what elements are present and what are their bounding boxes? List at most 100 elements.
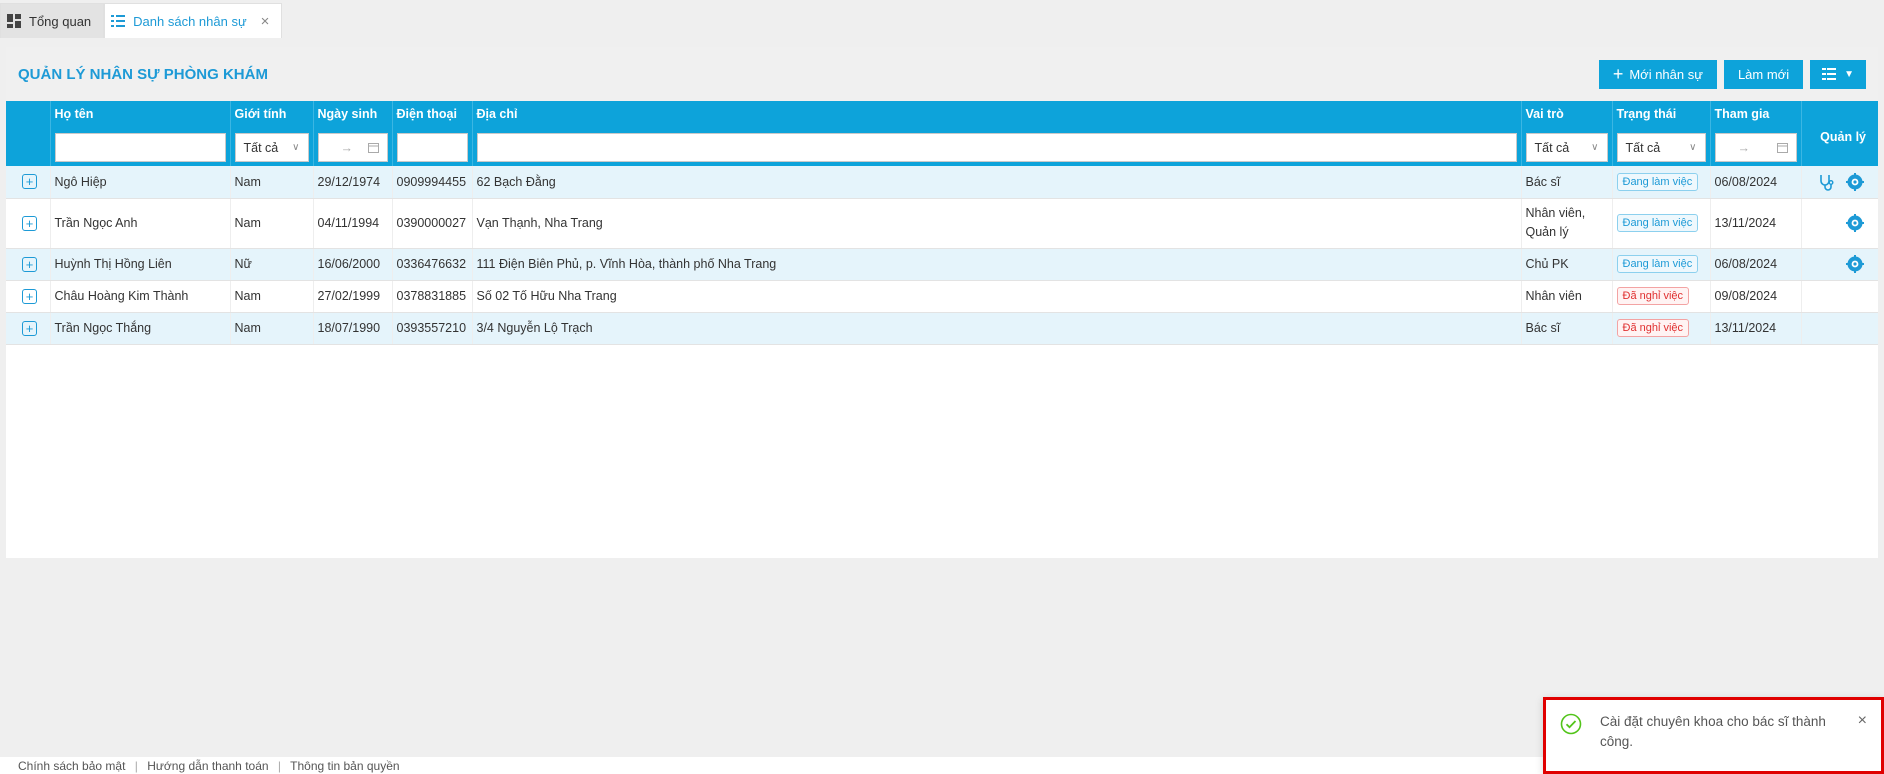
panel-header: QUẢN LÝ NHÂN SỰ PHÒNG KHÁM + Mới nhân sự… — [6, 47, 1878, 101]
cell-dob: 18/07/1990 — [313, 312, 393, 345]
table-row[interactable]: + Ngô Hiệp Nam 29/12/1974 0909994455 62 … — [6, 166, 1878, 199]
expand-row-icon[interactable]: + — [22, 288, 37, 304]
cell-gender: Nam — [230, 198, 314, 249]
cell-address: 3/4 Nguyễn Lộ Trạch — [472, 312, 1522, 345]
range-arrow-icon: → — [1737, 140, 1751, 155]
role-filter-select[interactable]: Tất cả ∨ — [1525, 133, 1608, 162]
col-joined-label: Tham gia — [1714, 107, 1770, 121]
tab-overview-label: Tổng quan — [29, 13, 92, 29]
cell-status: Đang làm việc — [1612, 248, 1711, 281]
expand-row-icon[interactable]: + — [22, 215, 37, 231]
col-dob-label: Ngày sinh — [317, 107, 378, 121]
col-role: Vai trò Tất cả ∨ — [1521, 101, 1613, 166]
cell-dob: 29/12/1974 — [313, 166, 393, 199]
role-line-2: Quản lý — [1525, 225, 1569, 239]
cell-role: Chủ PK — [1521, 248, 1613, 281]
staff-table: Họ tên Giới tính Tất cả ∨ Ngày sinh → Đi… — [6, 101, 1878, 345]
cell-joined: 06/08/2024 — [1710, 166, 1802, 199]
caret-down-icon: ▼ — [1844, 68, 1854, 80]
staff-panel: QUẢN LÝ NHÂN SỰ PHÒNG KHÁM + Mới nhân sự… — [6, 47, 1878, 558]
chevron-down-icon: ∨ — [292, 142, 300, 153]
col-status: Trạng thái Tất cả ∨ — [1612, 101, 1711, 166]
col-gender-label: Giới tính — [234, 107, 287, 121]
cell-phone: 0336476632 — [392, 248, 473, 281]
new-staff-button[interactable]: + Mới nhân sự — [1598, 59, 1717, 89]
copyright-info-link[interactable]: Thông tin bản quyền — [290, 759, 399, 773]
table-row[interactable]: + Huỳnh Thị Hồng Liên Nữ 16/06/2000 0336… — [6, 248, 1878, 281]
payment-guide-link[interactable]: Hướng dẫn thanh toán — [147, 759, 268, 773]
chevron-down-icon: ∨ — [1689, 142, 1697, 153]
close-icon[interactable]: × — [1858, 712, 1867, 759]
cell-role: Nhân viên, Quản lý — [1521, 198, 1613, 249]
cell-gender: Nam — [230, 280, 314, 313]
cell-joined: 09/08/2024 — [1710, 280, 1802, 313]
gender-filter-select[interactable]: Tất cả ∨ — [234, 133, 309, 162]
refresh-button[interactable]: Làm mới — [1723, 59, 1804, 89]
name-filter-input[interactable] — [54, 133, 226, 162]
col-address-label: Địa chỉ — [476, 107, 518, 121]
status-badge: Đang làm việc — [1616, 255, 1699, 273]
cell-status: Đang làm việc — [1612, 166, 1711, 199]
table-row[interactable]: + Trần Ngọc Anh Nam 04/11/1994 039000002… — [6, 198, 1878, 249]
cell-phone: 0390000027 — [392, 198, 473, 249]
calendar-icon — [1776, 143, 1788, 153]
cell-actions — [1801, 166, 1878, 199]
cell-gender: Nữ — [230, 248, 314, 281]
footer-separator: | — [134, 759, 138, 773]
address-filter-input[interactable] — [476, 133, 1517, 162]
cell-gender: Nam — [230, 312, 314, 345]
col-expand — [6, 101, 51, 166]
col-role-label: Vai trò — [1525, 107, 1564, 121]
footer-separator: | — [277, 759, 282, 773]
cell-actions — [1801, 198, 1878, 249]
close-icon[interactable]: × — [261, 13, 270, 30]
joined-filter-range[interactable]: → — [1714, 133, 1797, 162]
table-header-row: Họ tên Giới tính Tất cả ∨ Ngày sinh → Đi… — [6, 101, 1878, 166]
cell-role: Bác sĩ — [1521, 312, 1613, 345]
cell-status: Đã nghỉ việc — [1612, 312, 1711, 345]
col-phone-label: Điện thoại — [396, 107, 457, 121]
expand-row-icon[interactable]: + — [22, 256, 37, 272]
col-manage: Quản lý — [1801, 101, 1878, 166]
calendar-icon — [367, 143, 379, 153]
cell-name: Trần Ngọc Thắng — [50, 312, 231, 345]
cell-joined: 06/08/2024 — [1710, 248, 1802, 281]
cell-dob: 16/06/2000 — [313, 248, 393, 281]
privacy-policy-link[interactable]: Chính sách bảo mật — [18, 759, 125, 773]
cell-address: 62 Bạch Đằng — [472, 166, 1522, 199]
page-title: QUẢN LÝ NHÂN SỰ PHÒNG KHÁM — [18, 65, 268, 83]
toast-message: Cài đặt chuyên khoa cho bác sĩ thành côn… — [1600, 714, 1826, 749]
user-settings-icon[interactable] — [1846, 255, 1864, 273]
column-settings-button[interactable]: ▼ — [1810, 59, 1866, 89]
tab-staff-list[interactable]: Danh sách nhân sự × — [104, 3, 283, 38]
dob-filter-range[interactable]: → — [317, 133, 388, 162]
cell-actions — [1801, 280, 1878, 313]
col-gender: Giới tính Tất cả ∨ — [230, 101, 314, 166]
cell-gender: Nam — [230, 166, 314, 199]
cell-dob: 04/11/1994 — [313, 198, 393, 249]
check-circle-icon — [1560, 713, 1582, 735]
tab-overview[interactable]: Tổng quan — [0, 3, 105, 38]
cell-name: Trần Ngọc Anh — [50, 198, 231, 249]
table-row[interactable]: + Trần Ngọc Thắng Nam 18/07/1990 0393557… — [6, 312, 1878, 345]
status-filter-select[interactable]: Tất cả ∨ — [1616, 133, 1706, 162]
role-filter-value: Tất cả — [1534, 140, 1570, 155]
status-badge: Đang làm việc — [1616, 214, 1699, 232]
user-settings-icon[interactable] — [1846, 172, 1864, 191]
cell-actions — [1801, 312, 1878, 345]
cell-name: Châu Hoàng Kim Thành — [50, 280, 231, 313]
expand-row-icon[interactable]: + — [22, 320, 37, 336]
stethoscope-icon[interactable] — [1817, 173, 1835, 191]
cell-joined: 13/11/2024 — [1710, 312, 1802, 345]
cell-phone: 0909994455 — [392, 166, 473, 199]
phone-filter-input[interactable] — [396, 133, 468, 162]
expand-row-icon[interactable]: + — [22, 174, 37, 190]
list-icon — [111, 15, 126, 27]
cell-role: Nhân viên — [1521, 280, 1613, 313]
table-row[interactable]: + Châu Hoàng Kim Thành Nam 27/02/1999 03… — [6, 280, 1878, 313]
gender-filter-value: Tất cả — [243, 140, 279, 155]
col-joined: Tham gia → — [1710, 101, 1802, 166]
cell-status: Đang làm việc — [1612, 198, 1711, 249]
user-settings-icon[interactable] — [1846, 214, 1864, 232]
cell-phone: 0393557210 — [392, 312, 473, 345]
